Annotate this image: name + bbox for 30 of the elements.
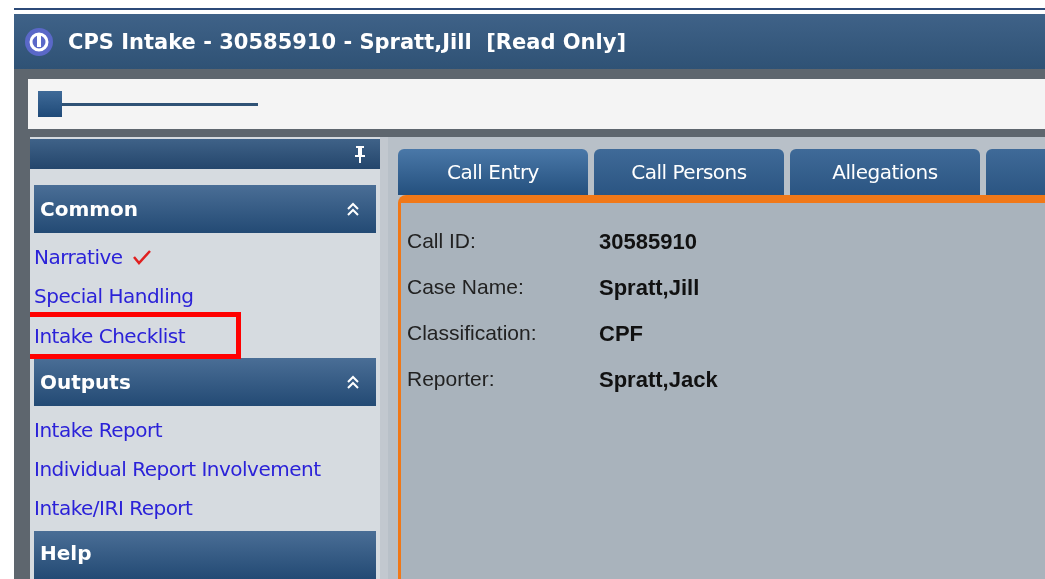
collapse-icon[interactable] (346, 201, 360, 217)
tab[interactable]: Call Persons (594, 149, 784, 195)
section-header[interactable]: Help (34, 531, 376, 579)
field-label: Classification: (407, 321, 538, 346)
tab[interactable]: Allegations (790, 149, 980, 195)
field-value: 30585910 (599, 229, 698, 255)
section-header[interactable]: Common (34, 185, 376, 233)
field-label: Reporter: (407, 367, 496, 392)
tab[interactable]: Call Entry (398, 149, 588, 195)
field-label: Case Name: (407, 275, 525, 300)
section-title: Outputs (40, 370, 131, 394)
sidebar-link[interactable]: Intake/IRI Report (34, 495, 193, 520)
sidebar-link[interactable]: Intake Report (34, 417, 162, 442)
section-title: Help (40, 541, 92, 565)
app-logo-icon (24, 26, 54, 57)
collapse-icon[interactable] (346, 374, 360, 390)
pin-icon[interactable] (354, 145, 366, 163)
zoom-slider[interactable] (38, 91, 258, 117)
field-value: CPF (599, 321, 644, 347)
window-title: CPS Intake - 30585910 - Spratt,Jill [Read Only] (68, 29, 626, 54)
section-header[interactable]: Outputs (34, 358, 376, 406)
sidebar-link[interactable]: Intake Checklist (34, 323, 186, 348)
sidebar-link[interactable]: Narrative (34, 244, 123, 269)
field-value: Spratt,Jill (599, 275, 701, 301)
field-label: Call ID: (407, 229, 477, 254)
slider-thumb[interactable] (38, 91, 62, 117)
section-title: Common (40, 197, 139, 221)
sidebar-link[interactable]: Individual Report Involvement (34, 456, 321, 481)
field-value: Spratt,Jack (599, 367, 719, 393)
sidebar-link[interactable]: Special Handling (34, 283, 194, 308)
